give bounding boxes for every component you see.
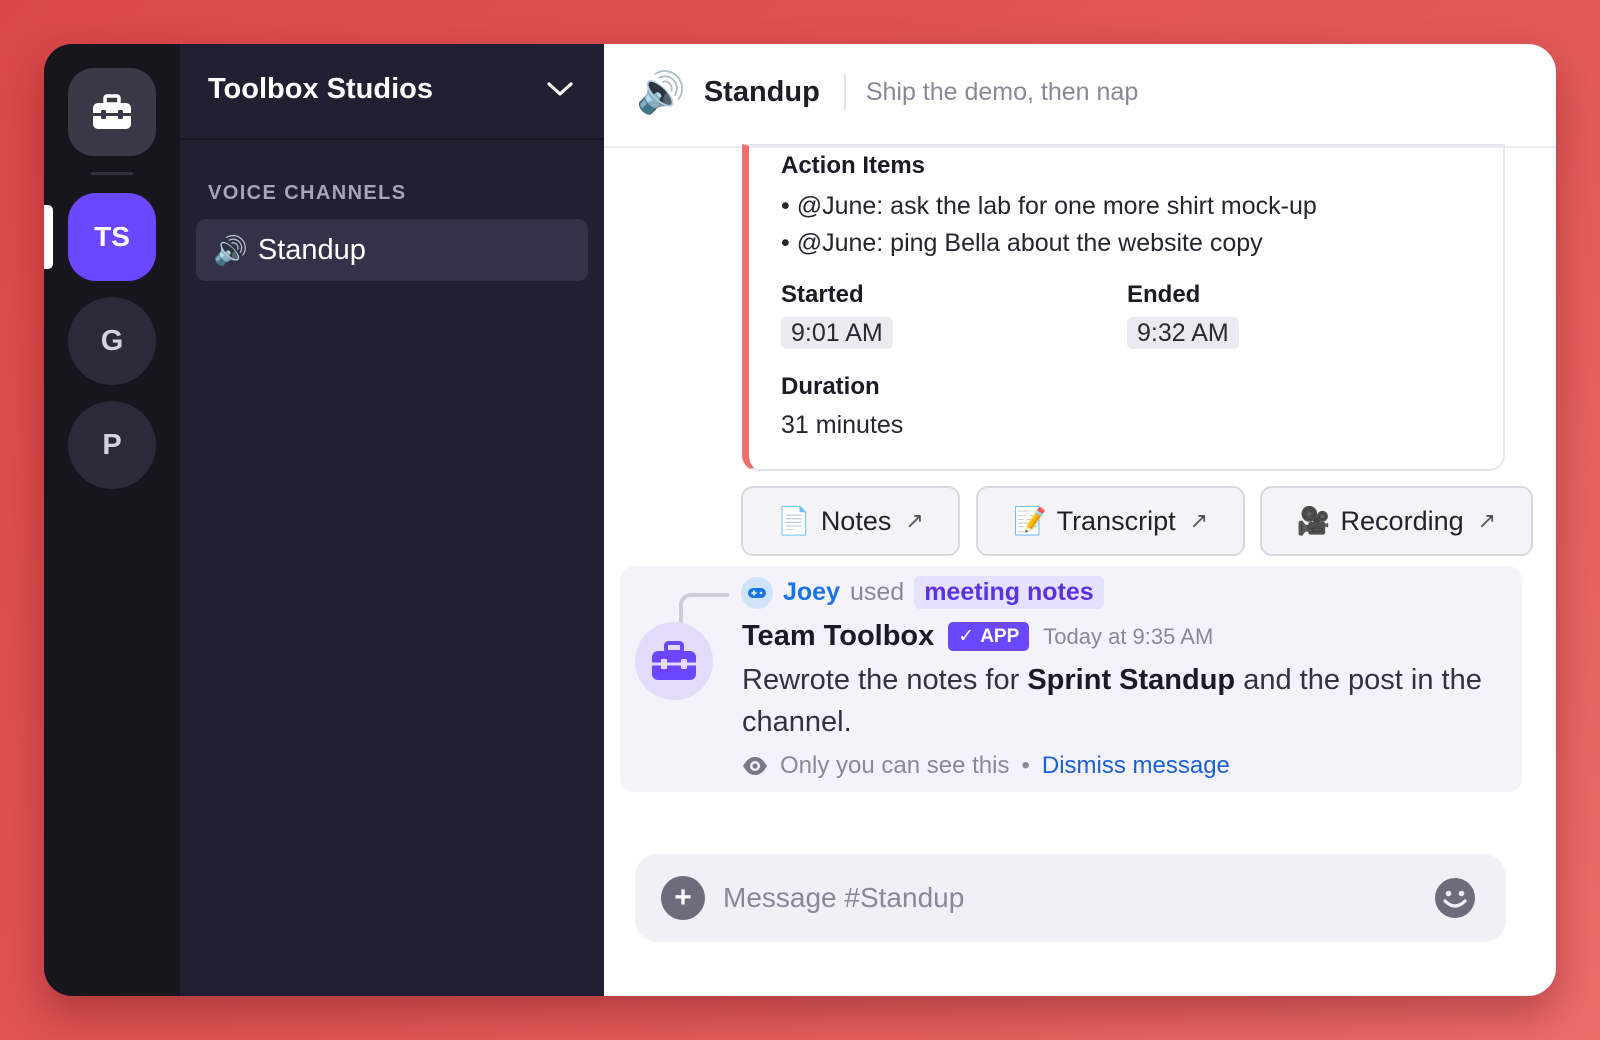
transcript-link-button[interactable]: 📝 Transcript ↗ — [976, 486, 1245, 556]
action-item: • @June: ask the lab for one more shirt … — [781, 192, 1317, 220]
command-user[interactable]: Joey — [783, 578, 840, 607]
started-label: Started — [781, 281, 864, 308]
message-text-start: Rewrote the notes for — [742, 664, 1028, 696]
external-link-icon: ↗ — [1189, 508, 1209, 533]
notes-label: Notes — [820, 505, 892, 536]
notes-link-button[interactable]: 📄 Notes ↗ — [741, 486, 960, 556]
add-attachment-button[interactable]: + — [661, 876, 705, 920]
recording-link-button[interactable]: 🎥 Recording ↗ — [1260, 486, 1533, 556]
command-reference: Joey used meeting notes — [741, 576, 1104, 609]
used-text: used — [849, 578, 905, 606]
toolbox-icon — [652, 641, 696, 680]
rail-separator — [91, 172, 133, 175]
speaker-icon: 🔊 — [636, 70, 686, 115]
speaker-icon: 🔊 — [213, 234, 248, 266]
server-icon-ts[interactable]: TS — [68, 193, 156, 281]
embed-section-title: Action Items — [781, 152, 926, 179]
meeting-summary-embed: Action Items • @June: ask the lab for on… — [742, 144, 1505, 471]
sidebar-item-standup[interactable]: 🔊 Standup — [196, 219, 588, 281]
message-composer: + — [635, 854, 1506, 942]
channel-topic: Ship the demo, then nap — [865, 77, 1139, 106]
server-icon-g[interactable]: G — [68, 297, 156, 385]
channel-sidebar: Toolbox Studios VOICE CHANNELS 🔊 Standup — [180, 44, 604, 996]
recording-label: Recording — [1340, 505, 1464, 536]
gamepad-icon — [748, 587, 766, 598]
plus-icon: + — [674, 881, 692, 914]
dismiss-message-link[interactable]: Dismiss message — [1042, 752, 1230, 780]
server-rail: TS G P — [44, 44, 180, 996]
memo-icon: 📝 — [1012, 506, 1047, 536]
message-header: Team Toolbox ✓ APP Today at 9:35 AM — [742, 620, 1213, 653]
transcript-label: Transcript — [1056, 505, 1176, 536]
emoji-icon[interactable] — [1434, 877, 1476, 919]
eye-icon — [743, 757, 767, 775]
command-chip[interactable]: meeting notes — [914, 576, 1104, 609]
toolbox-icon — [93, 94, 131, 129]
user-avatar[interactable] — [741, 576, 773, 609]
message-body: Rewrote the notes for Sprint Standup and… — [742, 659, 1502, 743]
duration-label: Duration — [781, 373, 880, 400]
duration-value: 31 minutes — [781, 411, 904, 439]
channel-header: 🔊 Standup Ship the demo, then nap — [604, 44, 1556, 148]
chevron-down-icon[interactable] — [546, 80, 574, 98]
reply-connector — [679, 593, 729, 623]
channel-label: Standup — [257, 233, 366, 266]
page-icon: 📄 — [777, 506, 811, 536]
voice-channels-heading: VOICE CHANNELS — [208, 182, 407, 204]
active-server-indicator — [44, 205, 53, 269]
message-timestamp: Today at 9:35 AM — [1043, 623, 1214, 649]
workspace-name: Toolbox Studios — [208, 72, 433, 105]
ephemeral-note-text: Only you can see this — [780, 752, 1010, 779]
bot-name[interactable]: Team Toolbox — [742, 620, 934, 653]
message-bold-text: Sprint Standup — [1027, 664, 1236, 696]
ended-time: 9:32 AM — [1127, 317, 1239, 349]
action-item: • @June: ping Bella about the website co… — [781, 229, 1263, 257]
workspace-header[interactable]: Toolbox Studios — [180, 44, 604, 140]
bot-avatar[interactable] — [635, 622, 713, 700]
separator-dot: • — [1021, 752, 1030, 779]
started-time: 9:01 AM — [781, 317, 893, 349]
main-panel: 🔊 Standup Ship the demo, then nap Action… — [604, 44, 1556, 996]
app-badge-label: APP — [980, 625, 1020, 647]
movie-camera-icon: 🎥 — [1296, 506, 1331, 536]
app-badge: ✓ APP — [948, 622, 1030, 651]
ephemeral-footer: Only you can see this • Dismiss message — [742, 752, 1230, 780]
external-link-icon: ↗ — [1477, 508, 1497, 533]
ephemeral-message: Joey used meeting notes Team Toolbox ✓ A… — [620, 566, 1522, 792]
message-input[interactable] — [723, 882, 1434, 914]
home-button[interactable] — [68, 68, 156, 156]
server-icon-p[interactable]: P — [68, 401, 156, 489]
ended-label: Ended — [1127, 281, 1201, 308]
external-link-icon: ↗ — [905, 508, 924, 533]
app-window: TS G P Toolbox Studios VOICE CHANNELS 🔊 … — [44, 44, 1556, 996]
header-divider — [843, 73, 846, 111]
check-icon: ✓ — [958, 626, 975, 647]
channel-title: Standup — [703, 75, 820, 108]
